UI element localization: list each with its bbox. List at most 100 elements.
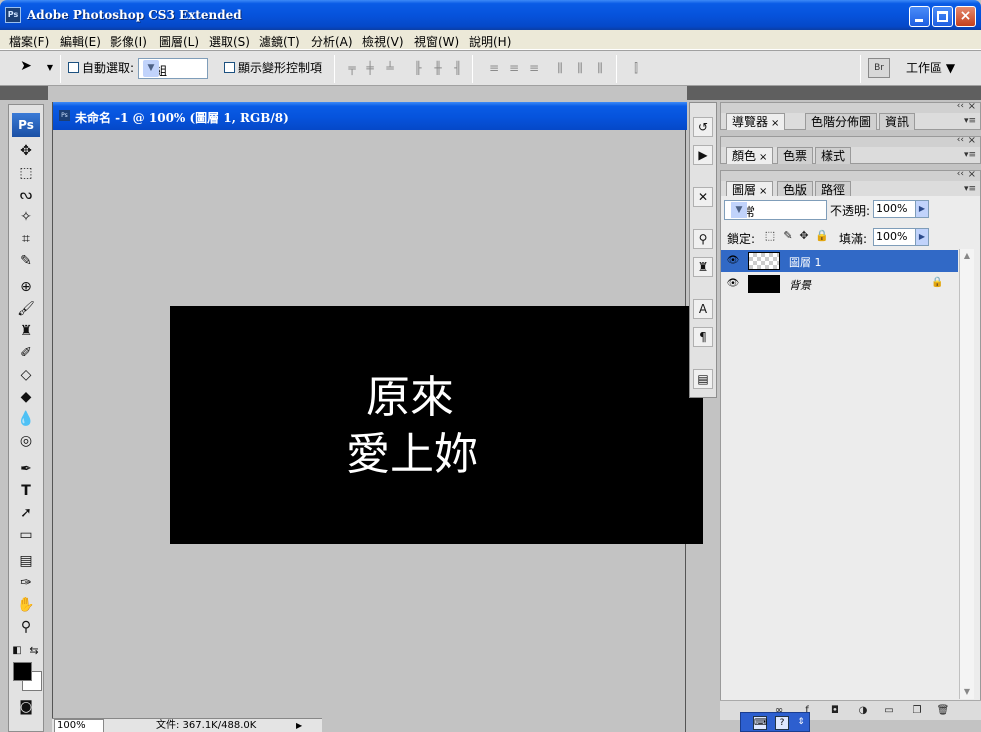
zoom-level-field[interactable]: 100% xyxy=(54,719,104,732)
close-tab-icon[interactable]: × xyxy=(759,152,767,163)
photoshop-app-icon[interactable]: Ps xyxy=(5,7,21,23)
path-selection-tool-icon[interactable]: ➚ xyxy=(14,503,38,523)
lasso-tool-icon[interactable]: ᔓ xyxy=(14,185,38,205)
zoom-tool-icon[interactable]: ⚲ xyxy=(14,617,38,637)
distribute-bottom-icon[interactable]: ≡ xyxy=(526,61,542,75)
move-tool-preset-icon[interactable]: ➤ xyxy=(18,59,34,73)
tab-swatches[interactable]: 色票 xyxy=(777,147,814,164)
minimize-button[interactable] xyxy=(909,6,930,27)
adjustment-layer-icon[interactable]: ◑ xyxy=(856,704,870,718)
auto-align-layers-icon[interactable]: ⫿ xyxy=(628,61,644,75)
layer-row-layer1[interactable]: 👁 圖層 1 xyxy=(721,250,958,272)
menu-layer[interactable]: 圖層(L) xyxy=(159,33,199,50)
eyedropper-tool-icon[interactable]: ✑ xyxy=(14,573,38,593)
delete-layer-icon[interactable]: 🗑 xyxy=(936,704,950,718)
menu-help[interactable]: 說明(H) xyxy=(469,33,511,50)
layers-scrollbar[interactable]: ▲ ▼ xyxy=(959,249,974,699)
align-right-icon[interactable]: ╢ xyxy=(450,61,466,75)
preset-dropdown-icon[interactable]: ▼ xyxy=(42,61,58,75)
align-horizontal-center-icon[interactable]: ╫ xyxy=(430,61,446,75)
fill-slider-arrow-icon[interactable]: ▶ xyxy=(915,228,929,246)
history-panel-icon[interactable]: ↺ xyxy=(693,117,713,137)
history-brush-tool-icon[interactable]: ✐ xyxy=(14,343,38,363)
menu-file[interactable]: 檔案(F) xyxy=(9,33,49,50)
tab-styles[interactable]: 樣式 xyxy=(815,147,852,164)
dodge-tool-icon[interactable]: ◎ xyxy=(14,431,38,451)
align-bottom-icon[interactable]: ╧ xyxy=(382,61,398,75)
layer-row-background[interactable]: 👁 背景 🔒 xyxy=(721,273,958,295)
brush-tool-icon[interactable]: 🖌 xyxy=(14,299,38,319)
pen-tool-icon[interactable]: ✒ xyxy=(14,459,38,479)
close-panel-group-icon[interactable]: × xyxy=(968,101,976,112)
add-mask-icon[interactable]: ◘ xyxy=(828,704,842,718)
layer-comps-panel-icon[interactable]: ▤ xyxy=(693,369,713,389)
menu-view[interactable]: 檢視(V) xyxy=(362,33,404,50)
panel-group-header[interactable]: ‹‹ × xyxy=(721,101,980,113)
scroll-up-icon[interactable]: ▲ xyxy=(960,249,974,263)
photoshop-logo[interactable]: Ps xyxy=(12,113,40,137)
document-title-bar[interactable]: Ps 未命名 -1 @ 100% (圖層 1, RGB/8) xyxy=(53,102,687,130)
rectangle-tool-icon[interactable]: ▭ xyxy=(14,525,38,545)
distribute-right-icon[interactable]: ⫼ xyxy=(592,61,608,75)
new-layer-icon[interactable]: ❐ xyxy=(910,704,924,718)
swap-colors-icon[interactable]: ⇆ xyxy=(27,641,41,661)
opacity-field[interactable]: 100% ▶ xyxy=(873,200,929,218)
auto-select-dropdown[interactable]: 群組 ▼ xyxy=(138,58,208,79)
distribute-left-icon[interactable]: ⫼ xyxy=(552,61,568,75)
collapse-icon[interactable]: ‹‹ xyxy=(957,169,964,179)
document-canvas[interactable]: 原來 愛上妳 xyxy=(170,306,703,544)
menu-edit[interactable]: 編輯(E) xyxy=(60,33,101,50)
fill-field[interactable]: 100% ▶ xyxy=(873,228,929,246)
collapse-icon[interactable]: ‹‹ xyxy=(957,135,964,145)
panel-group-header[interactable]: ‹‹ × xyxy=(721,135,980,147)
close-panel-group-icon[interactable]: × xyxy=(968,169,976,180)
scroll-down-icon[interactable]: ▼ xyxy=(960,685,974,699)
foreground-color-swatch[interactable] xyxy=(13,662,32,681)
tab-info[interactable]: 資訊 xyxy=(879,113,916,130)
options-arrow-icon[interactable]: ⇕ xyxy=(796,716,806,730)
panel-menu-icon[interactable]: ▾≡ xyxy=(964,116,976,126)
menu-filter[interactable]: 濾鏡(T) xyxy=(259,33,300,50)
show-transform-checkbox[interactable] xyxy=(224,62,235,73)
blend-mode-dropdown[interactable]: 正常 ▼ xyxy=(724,200,827,220)
brushes-panel-icon[interactable]: ⚲ xyxy=(693,229,713,249)
move-tool-icon[interactable]: ✥ xyxy=(14,141,38,161)
type-tool-icon[interactable]: T xyxy=(14,481,38,501)
status-menu-arrow-icon[interactable]: ▶ xyxy=(296,720,306,731)
default-colors-icon[interactable]: ◧ xyxy=(11,641,23,661)
distribute-center-icon[interactable]: ≡ xyxy=(506,61,522,75)
toolbox-collapse-strip[interactable] xyxy=(0,86,48,100)
close-panel-group-icon[interactable]: × xyxy=(968,135,976,146)
panel-group-header[interactable]: ‹‹ × xyxy=(721,169,980,181)
lock-image-pixels-icon[interactable]: ✎ xyxy=(782,230,794,242)
clone-stamp-tool-icon[interactable]: ♜ xyxy=(14,321,38,341)
menu-select[interactable]: 選取(S) xyxy=(209,33,250,50)
align-vertical-center-icon[interactable]: ╪ xyxy=(362,61,378,75)
actions-panel-icon[interactable]: ▶ xyxy=(693,145,713,165)
tab-navigator[interactable]: 導覽器 × xyxy=(726,113,786,130)
close-tab-icon[interactable]: × xyxy=(771,118,779,129)
menu-window[interactable]: 視窗(W) xyxy=(414,33,459,50)
align-left-icon[interactable]: ╟ xyxy=(410,61,426,75)
blur-tool-icon[interactable]: 💧 xyxy=(14,409,38,429)
healing-brush-tool-icon[interactable]: ⊕ xyxy=(14,277,38,297)
opacity-slider-arrow-icon[interactable]: ▶ xyxy=(915,200,929,218)
notes-tool-icon[interactable]: ▤ xyxy=(14,551,38,571)
paragraph-panel-icon[interactable]: ¶ xyxy=(693,327,713,347)
maximize-button[interactable] xyxy=(932,6,953,27)
eraser-tool-icon[interactable]: ◇ xyxy=(14,365,38,385)
distribute-top-icon[interactable]: ≡ xyxy=(486,61,502,75)
tab-color[interactable]: 顏色 × xyxy=(726,147,774,164)
character-panel-icon[interactable]: A xyxy=(693,299,713,319)
hand-tool-icon[interactable]: ✋ xyxy=(14,595,38,615)
panel-menu-icon[interactable]: ▾≡ xyxy=(964,150,976,160)
menu-analysis[interactable]: 分析(A) xyxy=(311,33,353,50)
lock-transparent-pixels-icon[interactable]: ⬚ xyxy=(764,230,776,242)
tool-presets-panel-icon[interactable]: ✕ xyxy=(693,187,713,207)
bridge-icon[interactable]: Br xyxy=(868,58,890,78)
panel-menu-icon[interactable]: ▾≡ xyxy=(964,184,976,194)
paint-bucket-tool-icon[interactable]: ◆ xyxy=(14,387,38,407)
menu-image[interactable]: 影像(I) xyxy=(110,33,147,50)
lock-position-icon[interactable]: ✥ xyxy=(798,230,810,242)
collapse-icon[interactable]: ‹‹ xyxy=(957,101,964,111)
